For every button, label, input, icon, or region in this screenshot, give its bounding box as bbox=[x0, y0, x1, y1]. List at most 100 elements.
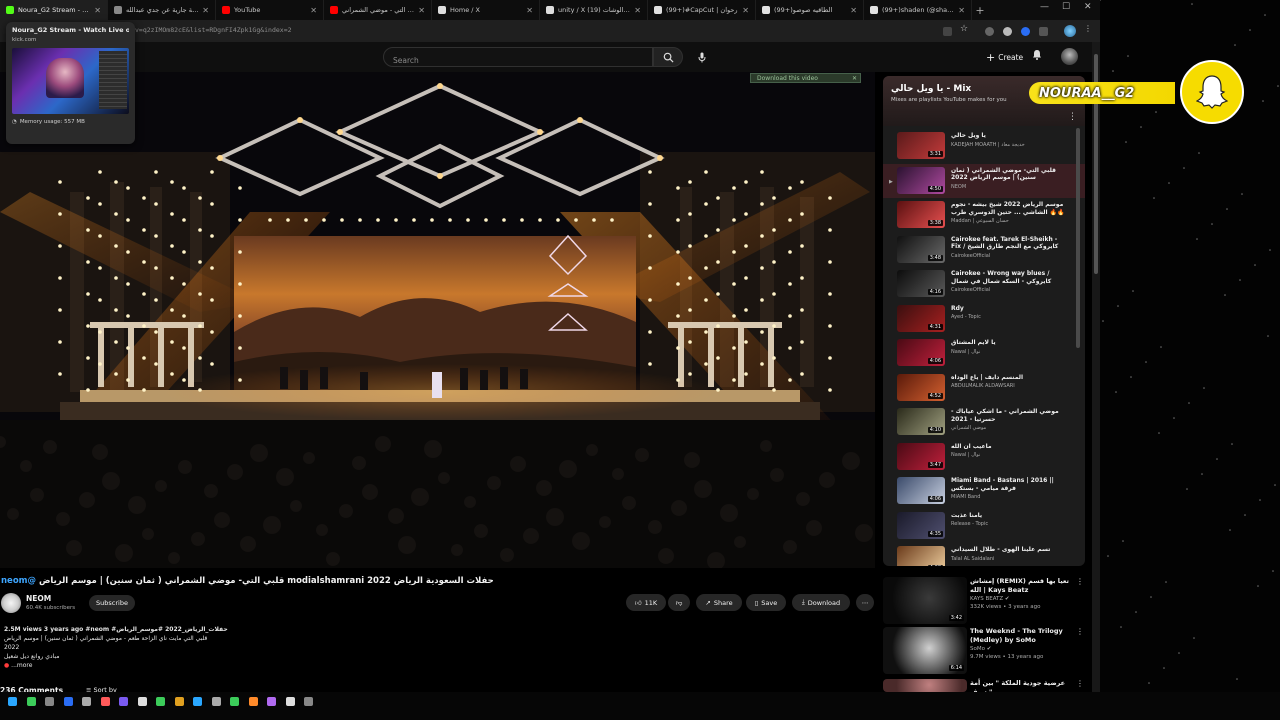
channel-avatar[interactable] bbox=[1, 593, 21, 613]
mix-scrollbar[interactable] bbox=[1076, 128, 1080, 508]
mix-item-title[interactable]: ماعيب ان الله bbox=[951, 443, 1069, 451]
recommended-video-channel[interactable]: SoMo ✔ bbox=[970, 645, 1070, 653]
browser-tab[interactable]: (99+)#CapCut | رحوان ✕ bbox=[648, 0, 756, 20]
taskbar-app-icon[interactable] bbox=[119, 697, 128, 706]
taskbar-app-icon[interactable] bbox=[82, 697, 91, 706]
mix-item-title[interactable]: يا ويل حالي bbox=[951, 132, 1069, 140]
download-video-banner[interactable]: Download this video ✕ bbox=[750, 73, 861, 83]
tab-close-icon[interactable]: ✕ bbox=[526, 6, 533, 15]
profile-icon[interactable] bbox=[1064, 25, 1076, 37]
create-button[interactable]: + Create bbox=[978, 48, 1031, 66]
mix-playlist-item[interactable]: 3:48 Cairokee feat. Tarek El-Sheikh - Fix… bbox=[883, 233, 1085, 268]
dislike-button[interactable]: 👎︎ bbox=[668, 594, 690, 611]
mix-item-title[interactable]: Rdy bbox=[951, 305, 1069, 313]
browser-tab[interactable]: (99+)الطاقيه صوصو ✕ bbox=[756, 0, 864, 20]
mix-item-thumbnail[interactable]: 4:35 bbox=[897, 511, 945, 539]
browser-tab[interactable]: (99+)shaden (@shaden_S✕ bbox=[864, 0, 972, 20]
share-button[interactable]: ↗ Share bbox=[696, 594, 742, 611]
mix-item-title[interactable]: موضي الشمراني - ما اشكي عياباك - حسرتيا … bbox=[951, 408, 1069, 423]
mix-item-thumbnail[interactable]: 3:31 bbox=[897, 132, 945, 159]
video-title-mention-link[interactable]: @neom bbox=[1, 576, 36, 586]
taskbar-app-icon[interactable] bbox=[304, 697, 313, 706]
mix-item-thumbnail[interactable]: 3:48 bbox=[897, 235, 945, 263]
mix-item-thumbnail[interactable]: 3:38 bbox=[897, 201, 945, 228]
mix-item-thumbnail[interactable]: 4:10 bbox=[897, 408, 945, 435]
taskbar-app-icon[interactable] bbox=[193, 697, 202, 706]
taskbar-app-icon[interactable] bbox=[156, 697, 165, 706]
tab-close-icon[interactable]: ✕ bbox=[418, 6, 425, 15]
more-actions-button[interactable]: ⋯ bbox=[856, 594, 874, 611]
maximize-icon[interactable]: ☐ bbox=[1062, 2, 1070, 12]
extension-icon-1[interactable] bbox=[985, 27, 994, 36]
mix-playlist-item[interactable]: 4:52 المنسم دايف | ياع الوداه ABDULMALIK A… bbox=[883, 371, 1085, 406]
search-box[interactable] bbox=[383, 47, 653, 70]
extension-icon-2[interactable] bbox=[1003, 27, 1012, 36]
browser-tab[interactable]: صدقة جارية عن جدي عبدالله ✕ bbox=[108, 0, 216, 20]
notifications-bell-icon[interactable] bbox=[1032, 49, 1042, 63]
mix-playlist-item[interactable]: 4:35 يامنا عذبت Release - Topic bbox=[883, 509, 1085, 544]
taskbar-app-icon[interactable] bbox=[285, 697, 295, 706]
taskbar-app-icon[interactable] bbox=[174, 697, 184, 706]
taskbar-app-icon[interactable] bbox=[137, 697, 147, 706]
description-box[interactable]: 2.5M views 3 years ago #neom #حفلات_الري… bbox=[4, 625, 264, 670]
tab-close-icon[interactable]: ✕ bbox=[958, 6, 965, 15]
browser-tab[interactable]: unity / X قطاع الوشات (19)✕ bbox=[540, 0, 648, 20]
taskbar-app-icon[interactable] bbox=[45, 697, 54, 706]
tab-close-icon[interactable]: ✕ bbox=[850, 6, 857, 15]
mix-scrollbar-thumb[interactable] bbox=[1076, 128, 1080, 348]
mix-item-thumbnail[interactable]: 4:31 bbox=[897, 304, 945, 332]
close-icon[interactable]: ✕ bbox=[852, 75, 857, 82]
browser-tab[interactable]: Home / X ✕ bbox=[432, 0, 540, 20]
taskbar-app-icon[interactable] bbox=[8, 697, 17, 706]
page-scrollbar[interactable] bbox=[1092, 42, 1100, 692]
show-more-link[interactable]: ...more bbox=[11, 662, 32, 669]
mix-item-thumbnail[interactable]: 4:08 bbox=[897, 546, 945, 566]
like-button[interactable]: 👍︎ 11K bbox=[626, 594, 666, 611]
mix-item-thumbnail[interactable]: 4:16 bbox=[897, 270, 945, 297]
mix-playlist-item[interactable]: 4:06 يا لايم المشتاق Nawal | نوال bbox=[883, 336, 1085, 371]
save-button[interactable]: ▯ Save bbox=[746, 594, 786, 611]
video-player[interactable]: Download this video ✕ bbox=[0, 72, 875, 568]
mix-item-title[interactable]: Cairokee - Wrong way blues / كايروكي - ا… bbox=[951, 270, 1069, 285]
voice-search-button[interactable] bbox=[692, 47, 712, 67]
extensions-puzzle-icon[interactable] bbox=[1039, 27, 1048, 36]
recommended-video-title[interactable]: The Weeknd - The Trilogy (Medley) by SoM… bbox=[970, 627, 1070, 645]
search-input[interactable] bbox=[384, 51, 652, 70]
tab-close-icon[interactable]: ✕ bbox=[94, 6, 101, 15]
recommended-video-menu-icon[interactable]: ⋮ bbox=[1076, 577, 1084, 586]
close-window-icon[interactable]: ✕ bbox=[1084, 2, 1092, 12]
mix-playlist-item[interactable]: 4:06 Miami Band - Bastans | 2016 || فرقة … bbox=[883, 474, 1085, 509]
tab-close-icon[interactable]: ✕ bbox=[742, 6, 749, 15]
mix-item-title[interactable]: Cairokee feat. Tarek El-Sheikh - Fix / ك… bbox=[951, 236, 1069, 251]
mix-item-thumbnail[interactable]: 3:47 bbox=[897, 442, 945, 470]
description-more[interactable]: ● ...more bbox=[4, 661, 264, 670]
recommended-video-title[interactable]: إمشاش (REMIX) تعيا بها قسم الله | Kays B… bbox=[970, 577, 1070, 595]
bookmark-star-icon[interactable]: ☆ bbox=[960, 24, 972, 36]
mix-item-title[interactable]: يا لايم المشتاق bbox=[951, 339, 1069, 347]
subscribe-button[interactable]: Subscribe bbox=[89, 595, 135, 611]
mix-playlist-item[interactable]: 3:31 يا ويل حالي KADEJAH MOAATH | خديجة مع… bbox=[883, 129, 1085, 164]
url-field[interactable]: v=q2zIMOm82cE&list=RDgnFI4Zpk1Gg&index=2 bbox=[135, 26, 292, 34]
browser-tab[interactable]: Noura_G2 Stream - Watch✕ bbox=[0, 0, 108, 20]
taskbar-app-icon[interactable] bbox=[230, 697, 239, 706]
minimize-icon[interactable]: — bbox=[1040, 2, 1049, 12]
recommended-video-thumbnail[interactable]: 6:14 bbox=[883, 627, 967, 674]
mix-item-title[interactable]: يامنا عذبت bbox=[951, 512, 1069, 520]
taskbar-app-icon[interactable] bbox=[211, 697, 221, 706]
mix-playlist-item[interactable]: 4:10 موضي الشمراني - ما اشكي عياباك - حسر… bbox=[883, 405, 1085, 440]
mix-playlist-item[interactable]: 4:16 Cairokee - Wrong way blues / كايروكي… bbox=[883, 267, 1085, 302]
recommended-video-menu-icon[interactable]: ⋮ bbox=[1076, 679, 1084, 688]
mix-playlist-item[interactable]: 3:47 ماعيب ان الله Nawal | نوال bbox=[883, 440, 1085, 475]
recommended-video[interactable]: 3:42 إمشاش (REMIX) تعيا بها قسم الله | Ka… bbox=[883, 577, 1084, 627]
mix-playlist-item[interactable]: 4:08 تسم علينا الهوى - طلال السيدانيTalal… bbox=[883, 543, 1085, 566]
mix-item-thumbnail[interactable]: 4:52 bbox=[897, 373, 945, 401]
mix-item-thumbnail[interactable]: 4:50 bbox=[897, 166, 945, 194]
recommended-video[interactable]: عرضية جودية الملكة " بين أمة سيف "⋮ bbox=[883, 679, 1084, 696]
taskbar-app-icon[interactable] bbox=[26, 697, 36, 706]
mix-item-title[interactable]: Miami Band - Bastans | 2016 || فرقة ميام… bbox=[951, 477, 1069, 492]
download-button[interactable]: ⤓ Download bbox=[792, 594, 850, 611]
taskbar-app-icon[interactable] bbox=[63, 697, 73, 706]
mix-item-title[interactable]: قلبي التي- موضي الشمراني ( ثمان سنين) | … bbox=[951, 167, 1069, 182]
recommended-video-thumbnail[interactable] bbox=[883, 679, 967, 692]
taskbar-app-icon[interactable] bbox=[248, 697, 258, 706]
